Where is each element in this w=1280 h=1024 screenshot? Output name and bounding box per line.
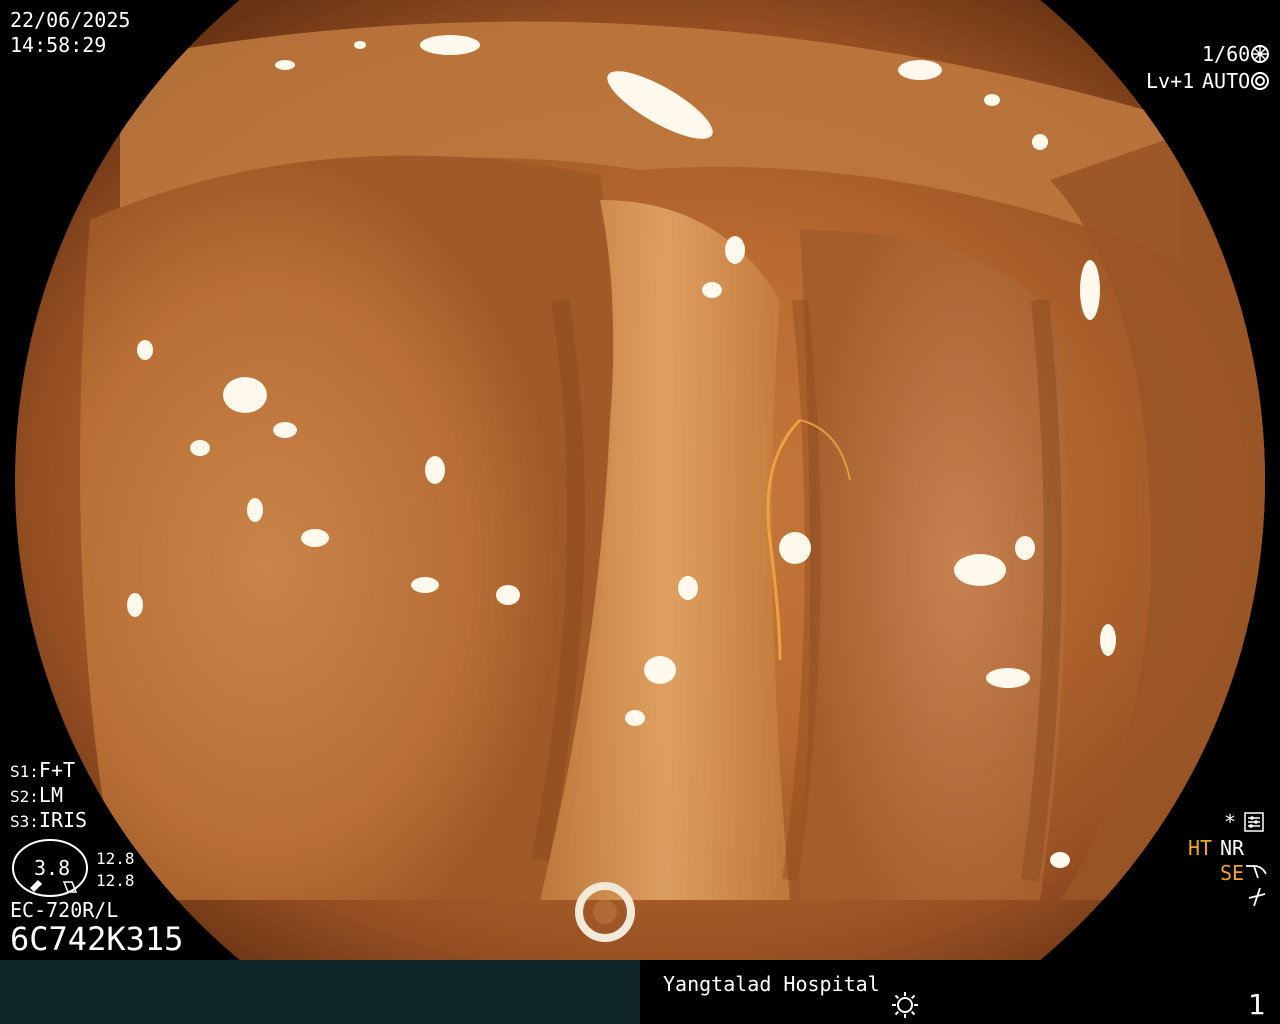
endoscope-image: [0, 0, 1280, 960]
s2-value: LM: [38, 783, 63, 807]
dial-value: 3.8: [34, 856, 71, 880]
s3-label: S3:: [10, 812, 39, 831]
status-bar-left: [0, 960, 640, 1024]
star-indicator: *: [1224, 810, 1237, 834]
aperture-icon: [1251, 45, 1269, 63]
shutter-text: 1/60: [1202, 42, 1251, 66]
ht-indicator: HT: [1188, 836, 1213, 860]
iris-icon: [1251, 72, 1269, 90]
s2-label: S2:: [10, 787, 39, 806]
s2-setting: S2:LM: [10, 783, 63, 808]
page-number: 1: [1248, 988, 1266, 1021]
s1-label: S1:: [10, 762, 39, 781]
level-text: Lv+1: [1146, 69, 1195, 93]
curve-icon: [1246, 865, 1267, 879]
date-text: 22/06/2025: [10, 8, 131, 32]
s1-value: F+T: [38, 758, 76, 782]
auto-text: AUTO: [1202, 69, 1251, 93]
scope-model: EC-720R/L: [10, 898, 119, 922]
s3-value: IRIS: [38, 808, 88, 832]
endoscope-view: [0, 0, 1280, 960]
hospital-name: Yangtalad Hospital: [663, 972, 880, 996]
s1-setting: S1:F+T: [10, 758, 75, 783]
zoom-top-value: 12.8: [96, 849, 135, 868]
status-bar: Yangtalad Hospital 1: [0, 960, 1280, 1024]
scope-serial: 6C742K315: [10, 920, 184, 958]
s3-setting: S3:IRIS: [10, 808, 87, 833]
settings-icon: [1244, 812, 1264, 832]
time-text: 14:58:29: [10, 33, 107, 57]
nr-indicator: NR: [1220, 836, 1245, 860]
zoom-bottom-value: 12.8: [96, 871, 135, 890]
status-bar-right: Yangtalad Hospital 1: [640, 960, 1280, 1024]
nonlinear-icon: [1248, 887, 1266, 907]
se-indicator: SE: [1220, 861, 1245, 885]
brightness-icon: [892, 992, 918, 1018]
